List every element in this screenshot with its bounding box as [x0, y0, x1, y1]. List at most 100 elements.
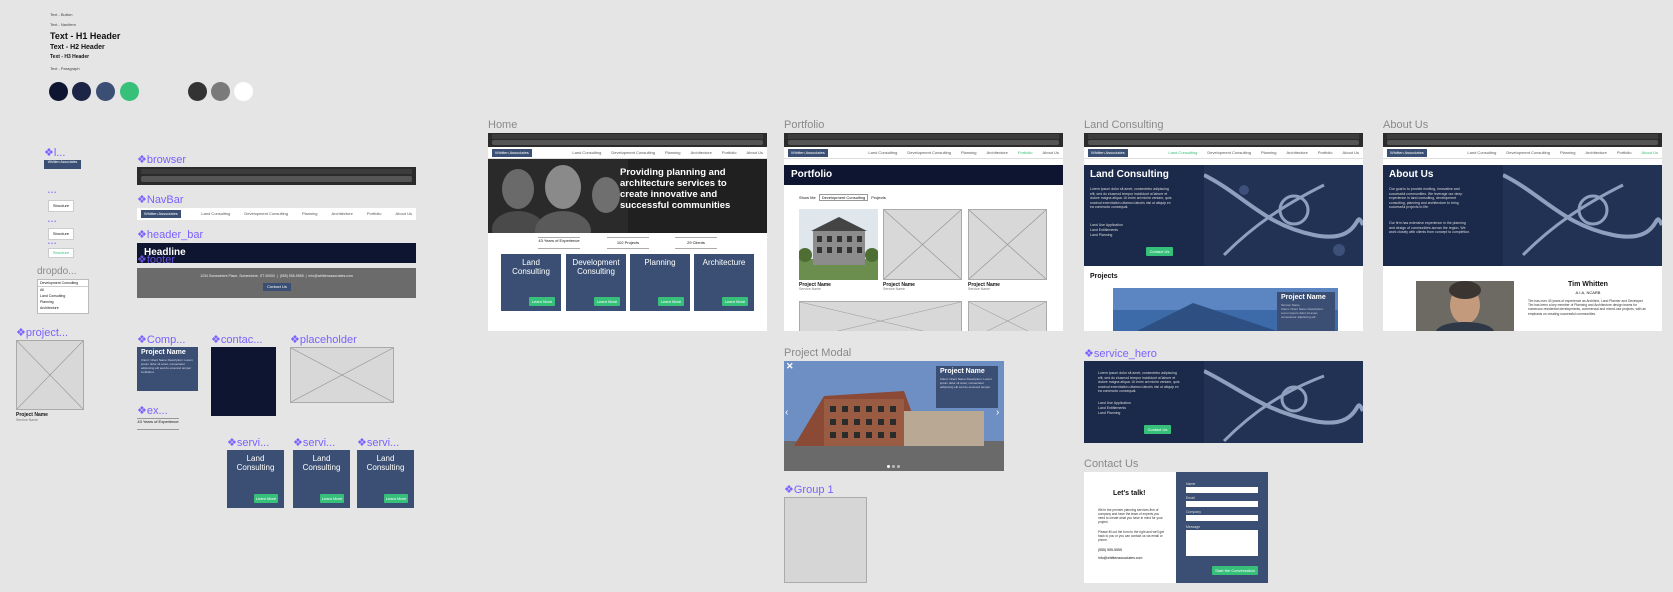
- nav-link-active[interactable]: Portfolio: [1018, 150, 1033, 155]
- nav-link[interactable]: Portfolio: [722, 150, 737, 155]
- project-image-placeholder[interactable]: [883, 209, 962, 280]
- navbar-logo[interactable]: Whitten Associates: [1088, 149, 1128, 157]
- service-card[interactable]: Land Consulting Learn More: [293, 450, 350, 508]
- nav-link[interactable]: Architecture: [1586, 150, 1607, 155]
- project-image-placeholder[interactable]: [799, 301, 962, 331]
- service-card[interactable]: Planning Learn More: [630, 254, 690, 311]
- contact-phone[interactable]: (555) 555-5555: [1098, 548, 1122, 552]
- nav-link[interactable]: Portfolio: [367, 211, 382, 216]
- learn-more-button[interactable]: Learn More: [254, 494, 278, 503]
- learn-more-button[interactable]: Learn More: [320, 494, 344, 503]
- button-component[interactable]: Structure: [48, 200, 74, 212]
- learn-more-button[interactable]: Learn More: [722, 297, 748, 306]
- component-title-logo[interactable]: l...: [44, 146, 66, 159]
- contact-email[interactable]: info@whittenassociates.com: [1098, 556, 1142, 560]
- nav-link[interactable]: Development Consulting: [1207, 150, 1251, 155]
- navbar-logo[interactable]: Whitten Associates: [1387, 149, 1427, 157]
- filter-dropdown[interactable]: Development Consulting: [818, 194, 869, 201]
- footer-email[interactable]: info@whittenassociates.com: [309, 274, 353, 278]
- component-title-contact[interactable]: contac...: [211, 333, 263, 346]
- service-card[interactable]: Development Consulting Learn More: [566, 254, 626, 311]
- nav-link[interactable]: Portfolio: [1318, 150, 1333, 155]
- learn-more-button[interactable]: Learn More: [658, 297, 684, 306]
- component-title-header-bar[interactable]: header_bar: [137, 228, 203, 241]
- project-image-placeholder[interactable]: [968, 209, 1047, 280]
- component-title-project[interactable]: project...: [16, 326, 68, 339]
- project-photo-image[interactable]: [799, 209, 878, 280]
- frame-title-portfolio[interactable]: Portfolio: [784, 119, 824, 131]
- email-input[interactable]: [1186, 501, 1258, 507]
- frame-title-about[interactable]: About Us: [1383, 119, 1428, 131]
- close-icon[interactable]: ✕: [786, 361, 794, 372]
- nav-link[interactable]: Architecture: [332, 211, 353, 216]
- dropdown-component[interactable]: Development Consulting All Land Consulti…: [37, 279, 89, 314]
- button-component-active[interactable]: Structure: [48, 248, 74, 258]
- frame-title-modal[interactable]: Project Modal: [784, 347, 851, 359]
- component-title-service[interactable]: servi...: [357, 436, 399, 449]
- frame-title-home[interactable]: Home: [488, 119, 517, 131]
- component-title-placeholder[interactable]: placeholder: [290, 333, 357, 346]
- nav-link[interactable]: About Us: [1043, 150, 1059, 155]
- contact-us-button[interactable]: Contact Us: [1146, 247, 1173, 256]
- navbar-logo[interactable]: Whitten Associates: [492, 149, 532, 157]
- nav-link[interactable]: Planning: [302, 211, 318, 216]
- frame-title-contact[interactable]: Contact Us: [1084, 458, 1138, 470]
- component-title-browser[interactable]: browser: [137, 153, 186, 166]
- nav-link[interactable]: About Us: [396, 211, 412, 216]
- nav-link[interactable]: Architecture: [987, 150, 1008, 155]
- component-title-group1[interactable]: Group 1: [784, 483, 834, 496]
- footer-phone[interactable]: (555) 555-5555: [280, 274, 304, 278]
- component-title-service-hero[interactable]: service_hero: [1084, 347, 1157, 360]
- nav-link[interactable]: Planning: [961, 150, 977, 155]
- nav-link[interactable]: Portfolio: [1617, 150, 1632, 155]
- nav-link[interactable]: Land Consulting: [868, 150, 897, 155]
- learn-more-button[interactable]: Learn More: [529, 297, 555, 306]
- project-image-placeholder[interactable]: [968, 301, 1047, 331]
- land-project-image[interactable]: Project Name Service Name Client: Client…: [1113, 288, 1338, 331]
- nav-link[interactable]: Land Consulting: [1467, 150, 1496, 155]
- component-title-navbar[interactable]: NavBar: [137, 193, 184, 206]
- component-title-dropdown[interactable]: dropdo...: [37, 266, 76, 277]
- nav-link-active[interactable]: About Us: [1642, 150, 1658, 155]
- component-title-service[interactable]: servi...: [227, 436, 269, 449]
- learn-more-button[interactable]: Learn More: [384, 494, 408, 503]
- component-title-comp[interactable]: Comp...: [137, 333, 186, 346]
- nav-link[interactable]: Land Consulting: [572, 150, 601, 155]
- nav-link[interactable]: Development Consulting: [1506, 150, 1550, 155]
- dropdown-selected[interactable]: Development Consulting: [38, 280, 88, 287]
- message-textarea[interactable]: [1186, 530, 1258, 556]
- service-card[interactable]: Land Consulting Learn More: [227, 450, 284, 508]
- service-card[interactable]: Land Consulting Learn More: [357, 450, 414, 508]
- nav-link[interactable]: Land Consulting: [201, 211, 230, 216]
- dropdown-option[interactable]: Architecture: [38, 305, 88, 311]
- component-title-ex[interactable]: ex...: [137, 404, 168, 417]
- service-card[interactable]: Land Consulting Learn More: [501, 254, 561, 311]
- service-card[interactable]: Architecture Learn More: [694, 254, 754, 311]
- nav-link[interactable]: About Us: [1343, 150, 1359, 155]
- company-input[interactable]: [1186, 515, 1258, 521]
- component-title-footer[interactable]: footer: [137, 253, 175, 266]
- contact-us-button[interactable]: Contact Us: [1144, 425, 1171, 434]
- nav-link[interactable]: Development Consulting: [611, 150, 655, 155]
- name-input[interactable]: [1186, 487, 1258, 493]
- navbar-logo[interactable]: Whitten Associates: [788, 149, 828, 157]
- footer-contact-button[interactable]: Contact Us: [263, 283, 291, 291]
- nav-link[interactable]: Architecture: [1287, 150, 1308, 155]
- chevron-left-icon[interactable]: ‹: [785, 407, 788, 418]
- nav-link-active[interactable]: Land Consulting: [1168, 150, 1197, 155]
- nav-link[interactable]: Planning: [1560, 150, 1576, 155]
- frame-title-land[interactable]: Land Consulting: [1084, 119, 1164, 131]
- nav-link[interactable]: Planning: [1261, 150, 1277, 155]
- learn-more-button[interactable]: Learn More: [594, 297, 620, 306]
- button-component[interactable]: Structure: [48, 228, 74, 240]
- nav-link[interactable]: Development Consulting: [907, 150, 951, 155]
- nav-link[interactable]: Planning: [665, 150, 681, 155]
- chevron-right-icon[interactable]: ›: [996, 407, 999, 418]
- nav-link[interactable]: Development Consulting: [244, 211, 288, 216]
- component-title-service[interactable]: servi...: [293, 436, 335, 449]
- nav-link[interactable]: About Us: [747, 150, 763, 155]
- nav-link[interactable]: Architecture: [691, 150, 712, 155]
- navbar-logo[interactable]: Whitten Associates: [141, 210, 181, 218]
- start-conversation-button[interactable]: Start the Conversation: [1212, 566, 1258, 575]
- carousel-dots[interactable]: [887, 465, 900, 468]
